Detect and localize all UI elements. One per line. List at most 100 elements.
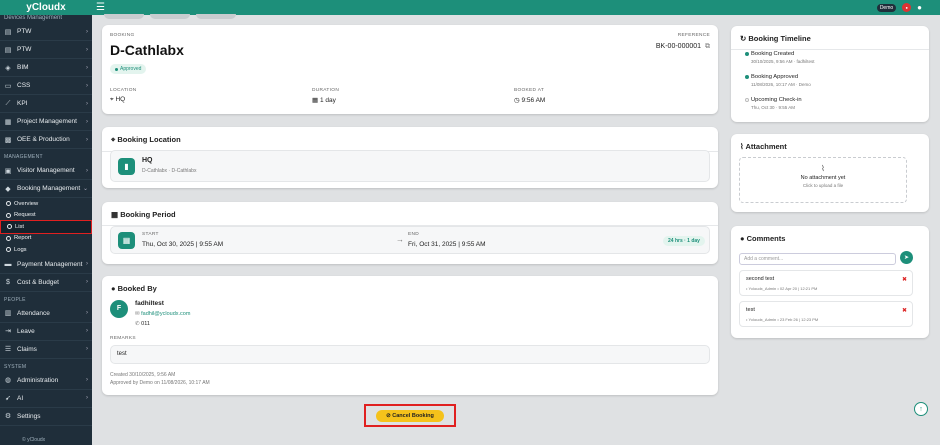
sidebar-sub-request[interactable]: Request: [0, 210, 92, 222]
booking-header-card: BOOKING D-Cathlabx Approved REFERENCE BK…: [102, 25, 718, 114]
period-card-title: ▦ Booking Period: [102, 202, 718, 226]
copy-icon[interactable]: ⧉: [705, 43, 710, 50]
user-icon: ●: [111, 284, 116, 293]
booked-by-title: ● Booked By: [111, 284, 157, 293]
end-value: Fri, Oct 31, 2025 | 9:55 AM: [408, 241, 486, 248]
remarks-box: test: [110, 345, 710, 364]
sidebar-sub-logs[interactable]: Logs: [0, 244, 92, 256]
location-path: D-Cathlabx · D-Cathlabx: [142, 168, 197, 174]
sidebar-item-bim[interactable]: ◈ BIM ›: [0, 59, 92, 77]
chevron-right-icon: ›: [86, 28, 88, 35]
sidebar-item-claims[interactable]: ☰ Claims ›: [0, 341, 92, 359]
brand-logo[interactable]: yCloudx: [0, 0, 92, 15]
chevron-right-icon: ›: [86, 310, 88, 316]
section-system: SYSTEM: [4, 363, 27, 370]
sidebar-sub-report[interactable]: Report: [0, 233, 92, 245]
dollar-icon: $: [6, 278, 10, 286]
chevron-down-icon: ⌄: [82, 186, 88, 192]
ptw-icon: ▤: [4, 46, 12, 54]
booking-location-card: ⌖ Booking Location ▮ HQ D-Cathlabx · D-C…: [102, 127, 718, 188]
calendar-icon: ▦: [312, 97, 319, 104]
approved-text: Approved by Demo on 11/08/2026, 10:17 AM: [110, 380, 210, 386]
booking-period-card: ▦ Booking Period ▦ START Thu, Oct 30, 20…: [102, 202, 718, 264]
booked-at-meta: BOOKED AT ◷ 9:56 AM: [514, 88, 546, 104]
notification-icon[interactable]: ●: [902, 3, 912, 12]
mail-icon: ✉: [135, 311, 140, 317]
start-label: START: [142, 232, 159, 237]
sidebar-item-administration[interactable]: ◍ Administration ›: [0, 372, 92, 390]
sidebar-item-visitor[interactable]: ▣ Visitor Management ›: [0, 162, 92, 180]
calendar-icon: ▦: [111, 210, 119, 219]
chevron-right-icon: ›: [86, 261, 88, 267]
header-button-2[interactable]: [150, 14, 190, 19]
send-comment-button[interactable]: ➤: [900, 251, 913, 264]
sidebar-item-attendance[interactable]: ▥ Attendance ›: [0, 305, 92, 323]
arrow-up-icon: ↑: [919, 405, 923, 413]
circle-icon: [7, 224, 12, 230]
header-button-3[interactable]: [196, 14, 236, 19]
paperclip-icon: ⌇: [821, 164, 825, 173]
circle-icon: [6, 212, 11, 218]
gear-icon: ⚙: [4, 413, 12, 420]
delete-icon[interactable]: ✖: [902, 276, 907, 283]
attachment-title: ⌇ Attachment: [740, 142, 787, 151]
upload-dropzone[interactable]: ⌇ No attachment yet Click to upload a fi…: [739, 157, 907, 203]
page-title: D-Cathlabx: [110, 42, 184, 58]
claims-icon: ☰: [4, 346, 12, 353]
sidebar-item-cost[interactable]: $ Cost & Budget ›: [0, 274, 92, 292]
chevron-right-icon: ›: [86, 118, 88, 125]
upload-hint: Click to upload a file: [802, 183, 844, 188]
sidebar-item-ptw-2[interactable]: ▤ PTW ›: [0, 41, 92, 59]
period-box: ▦ START Thu, Oct 30, 2025 | 9:55 AM → EN…: [110, 226, 710, 254]
sidebar-item-kpi[interactable]: ⟋ KPI ›: [0, 95, 92, 113]
booker-email: ✉ fadhil@ycloudx.com: [135, 311, 191, 317]
project-icon: ▦: [4, 118, 12, 126]
header-button-1[interactable]: [104, 14, 144, 19]
sidebar-item-leave[interactable]: ⇥ Leave ›: [0, 323, 92, 341]
delete-icon[interactable]: ✖: [902, 307, 907, 314]
comments-title: ● Comments: [740, 234, 786, 243]
leave-icon: ⇥: [5, 328, 11, 335]
timeline-item: Booking Created 30/10/2025, 9:56 AM · fad…: [745, 51, 815, 64]
location-box: ▮ HQ D-Cathlabx · D-Cathlabx: [110, 150, 710, 182]
hamburger-icon[interactable]: ☰: [96, 2, 105, 13]
sidebar-item-devices[interactable]: Devices Management: [0, 15, 92, 23]
cancel-booking-button[interactable]: ⊘ Cancel Booking: [376, 409, 444, 422]
sidebar-item-settings[interactable]: ⚙ Settings: [0, 408, 92, 426]
section-management: MANAGEMENT: [4, 154, 43, 160]
rocket-icon: ➹: [5, 395, 11, 402]
demo-badge[interactable]: Demo: [876, 3, 897, 12]
ptw-icon: ▤: [4, 28, 12, 36]
payment-icon: ▬: [4, 260, 12, 268]
booker-phone: ✆ 011: [135, 321, 150, 327]
sidebar-item-oee[interactable]: ▩ OEE & Production ›: [0, 131, 92, 149]
css-icon: ▭: [4, 82, 12, 90]
chevron-right-icon: ›: [86, 328, 88, 334]
sidebar-sub-list[interactable]: List: [0, 220, 92, 234]
booking-label: BOOKING: [110, 33, 135, 38]
sidebar-item-ai[interactable]: ➹ AI ›: [0, 390, 92, 408]
scroll-top-button[interactable]: ↑: [914, 402, 928, 416]
sidebar-sub-overview[interactable]: Overview: [0, 198, 92, 210]
header-buttons: [104, 14, 236, 19]
circle-icon: [6, 235, 11, 241]
start-value: Thu, Oct 30, 2025 | 9:55 AM: [142, 241, 224, 248]
remarks-label: REMARKS: [110, 336, 136, 341]
comments-card: ● Comments Add a comment... ➤ second tes…: [731, 226, 929, 338]
calendar-icon: ▦: [118, 232, 135, 249]
comment-item: test • Ycloudx_Admin • 23 Feb 26 | 12:23…: [739, 301, 913, 327]
comment-input[interactable]: Add a comment...: [739, 253, 896, 265]
chevron-right-icon: ›: [86, 395, 88, 401]
sidebar-item-project[interactable]: ▦ Project Management ›: [0, 113, 92, 131]
sidebar-item-payment[interactable]: ▬ Payment Management ›: [0, 256, 92, 274]
timeline-title: ↻ Booking Timeline: [731, 26, 929, 50]
chevron-right-icon: ›: [86, 64, 88, 71]
reference-label: REFERENCE: [677, 33, 710, 38]
user-icon[interactable]: ●: [917, 3, 922, 12]
sidebar-item-booking[interactable]: ◆ Booking Management ⌄: [0, 180, 92, 198]
clock-icon: ◷: [514, 97, 520, 104]
sidebar-item-ptw[interactable]: ▤ PTW ›: [0, 23, 92, 41]
chevron-right-icon: ›: [86, 346, 88, 352]
sidebar-item-css[interactable]: ▭ CSS ›: [0, 77, 92, 95]
sidebar-footer: © yCloudx: [22, 437, 46, 443]
